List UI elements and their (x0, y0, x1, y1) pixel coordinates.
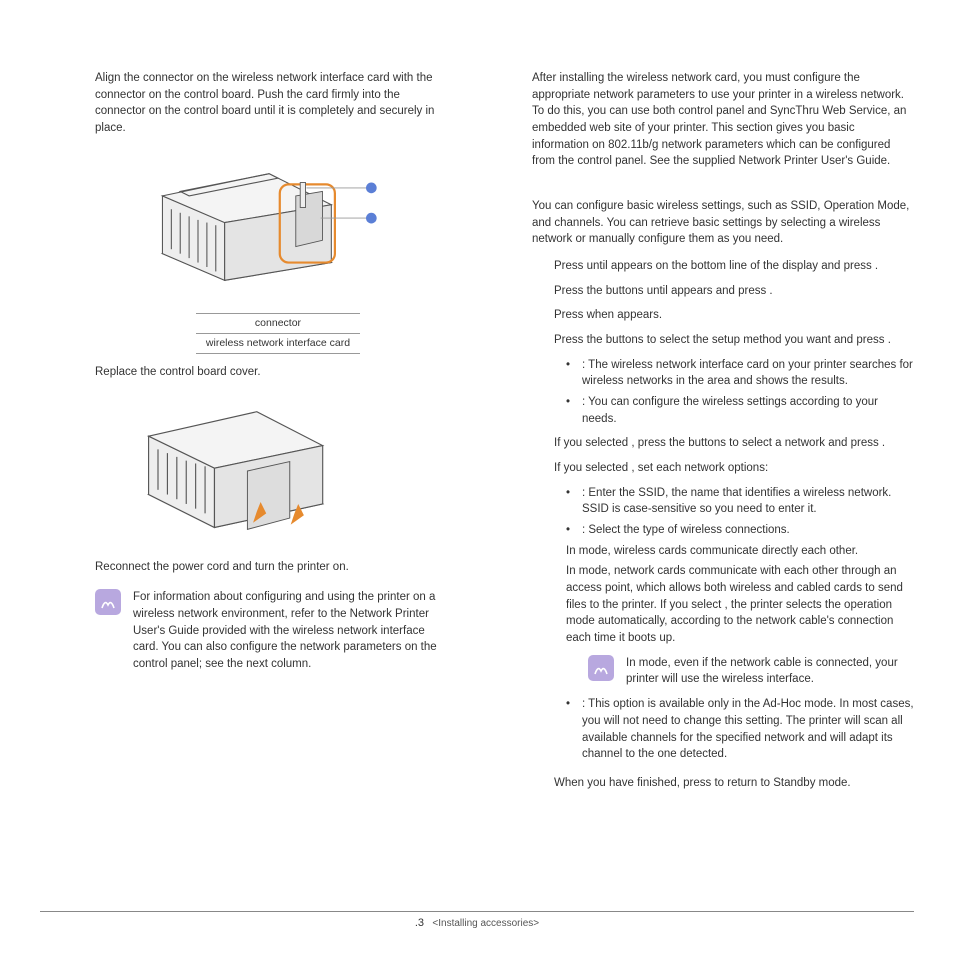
step-3: Press when appears. (554, 307, 914, 324)
step-4-bullet-2: • : You can configure the wireless setti… (566, 394, 914, 427)
reconnect-power-text: Reconnect the power cord and turn the pr… (95, 559, 452, 576)
callout-legend: connector wireless network interface car… (196, 313, 360, 354)
step-6-bullet-type: • : Select the type of wireless connecti… (566, 522, 914, 539)
note-box: For information about configuring and us… (95, 589, 452, 672)
step-6-bullet-ssid: • : Enter the SSID, the name that identi… (566, 485, 914, 518)
page-number: .3 (415, 917, 424, 929)
replace-cover-text: Replace the control board cover. (95, 364, 452, 381)
step-7: When you have finished, press to return … (554, 775, 914, 792)
step-4: Press the buttons to select the setup me… (554, 332, 914, 349)
section-name: <Installing accessories> (432, 918, 539, 929)
align-connector-text: Align the connector on the wireless netw… (95, 70, 452, 137)
note-text: For information about configuring and us… (133, 589, 452, 672)
intro-text: After installing the wireless network ca… (532, 70, 914, 170)
note-icon (588, 655, 614, 681)
configure-basic-text: You can configure basic wireless setting… (532, 198, 914, 248)
step-6-bullet-channel: • : This option is available only in the… (566, 696, 914, 763)
step-6-adhoc-line: In mode, wireless cards communicate dire… (566, 543, 914, 560)
page-footer: .3 <Installing accessories> (40, 911, 914, 932)
callout-row-1: connector (196, 313, 360, 333)
step-4-bullet-1: • : The wireless network interface card … (566, 357, 914, 390)
figure-install-card: connector wireless network interface car… (128, 147, 428, 354)
step-2: Press the buttons until appears and pres… (554, 283, 914, 300)
right-note-box: In mode, even if the network cable is co… (588, 655, 914, 688)
step-6: If you selected , set each network optio… (554, 460, 914, 477)
step-1: Press until appears on the bottom line o… (554, 258, 914, 275)
right-note-text: In mode, even if the network cable is co… (626, 655, 914, 688)
callout-row-2: wireless network interface card (196, 333, 360, 353)
figure-replace-cover (128, 391, 348, 551)
step-6-infra-line: In mode, network cards communicate with … (566, 563, 914, 646)
note-icon (95, 589, 121, 615)
step-5: If you selected , press the buttons to s… (554, 435, 914, 452)
